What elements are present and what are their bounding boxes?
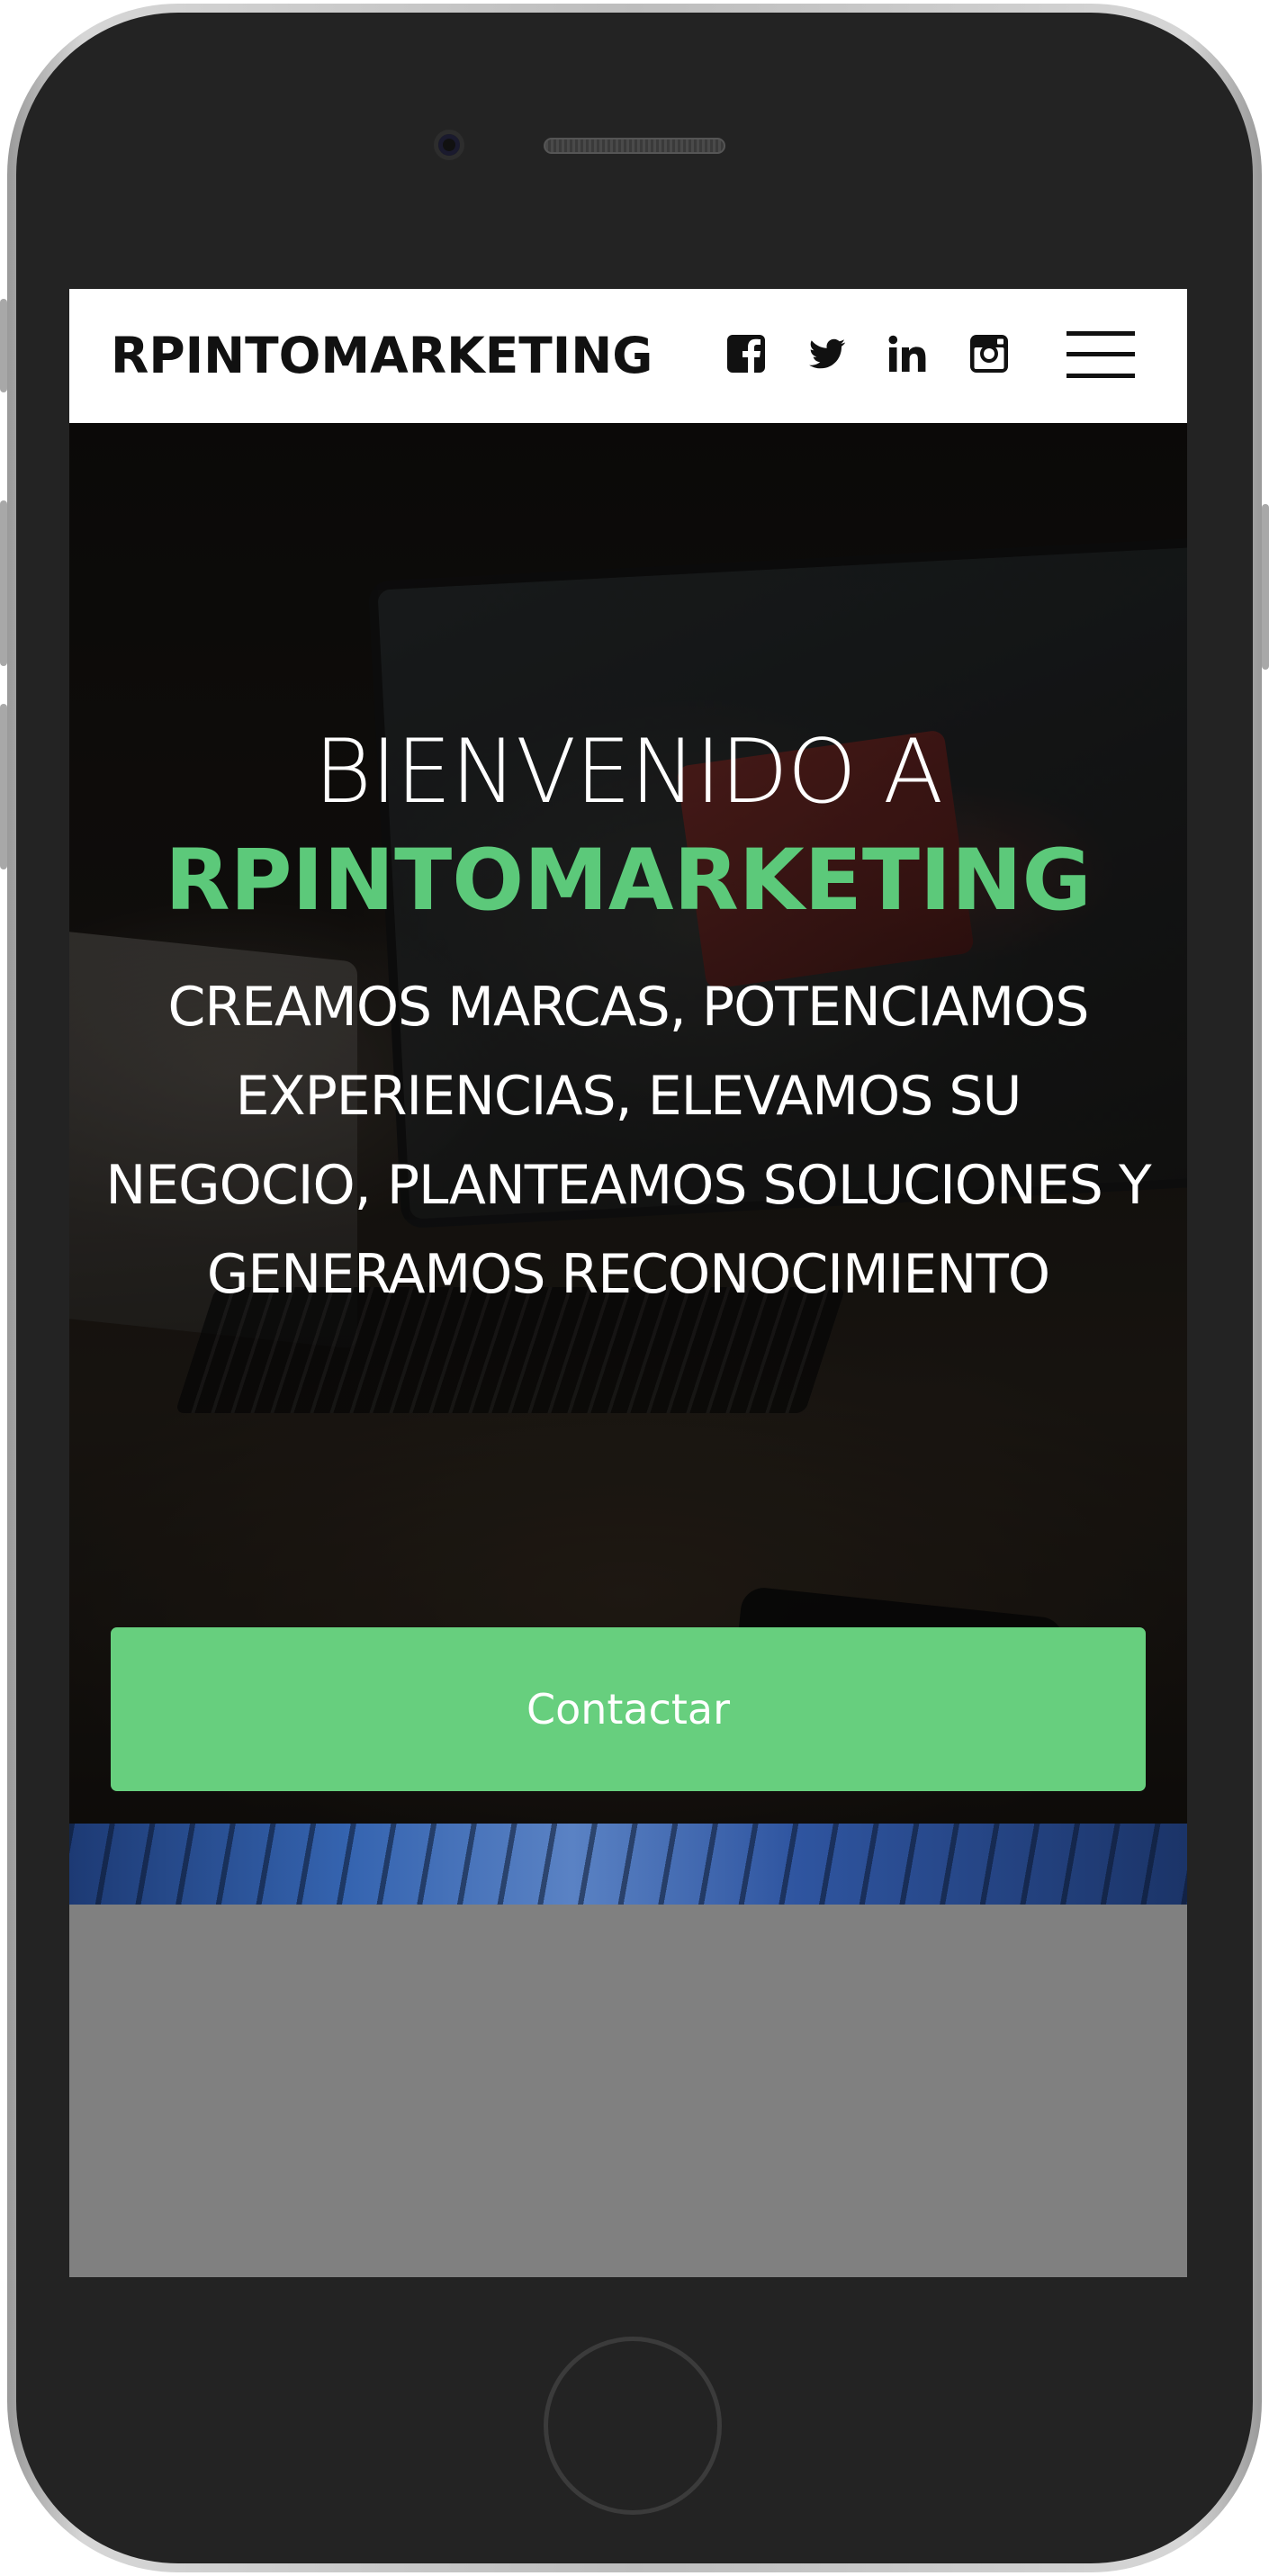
hero-subtitle: CREAMOS MARCAS, POTENCIAMOS EXPERIENCIAS… [105, 976, 1151, 1306]
phone-silent-switch [0, 299, 7, 392]
hamburger-menu-icon[interactable] [1066, 331, 1135, 378]
home-button[interactable] [544, 2337, 722, 2515]
hero-title-brand: RPINTOMARKETING [165, 832, 1092, 930]
twitter-icon[interactable] [806, 332, 849, 375]
building-image-strip [69, 1824, 1187, 1905]
contact-button[interactable]: Contactar [111, 1627, 1146, 1791]
front-camera [434, 130, 464, 160]
earpiece-speaker [544, 138, 725, 154]
instagram-icon[interactable] [968, 332, 1011, 375]
linkedin-icon[interactable] [886, 332, 930, 375]
brand-logo[interactable]: RPINTOMARKETING [111, 327, 652, 384]
navbar: RPINTOMARKETING [69, 289, 1187, 423]
phone-volume-down-button [0, 704, 7, 869]
phone-volume-up-button [0, 500, 7, 666]
phone-power-button [1262, 504, 1269, 670]
facebook-icon[interactable] [724, 332, 768, 375]
phone-screen: RPINTOMARKETING BIENVENIDO A RPINTOMARKE… [69, 289, 1187, 2277]
hero-section: BIENVENIDO A RPINTOMARKETING CREAMOS MAR… [69, 423, 1187, 1824]
hero-title-welcome: BIENVENIDO A [313, 721, 943, 824]
